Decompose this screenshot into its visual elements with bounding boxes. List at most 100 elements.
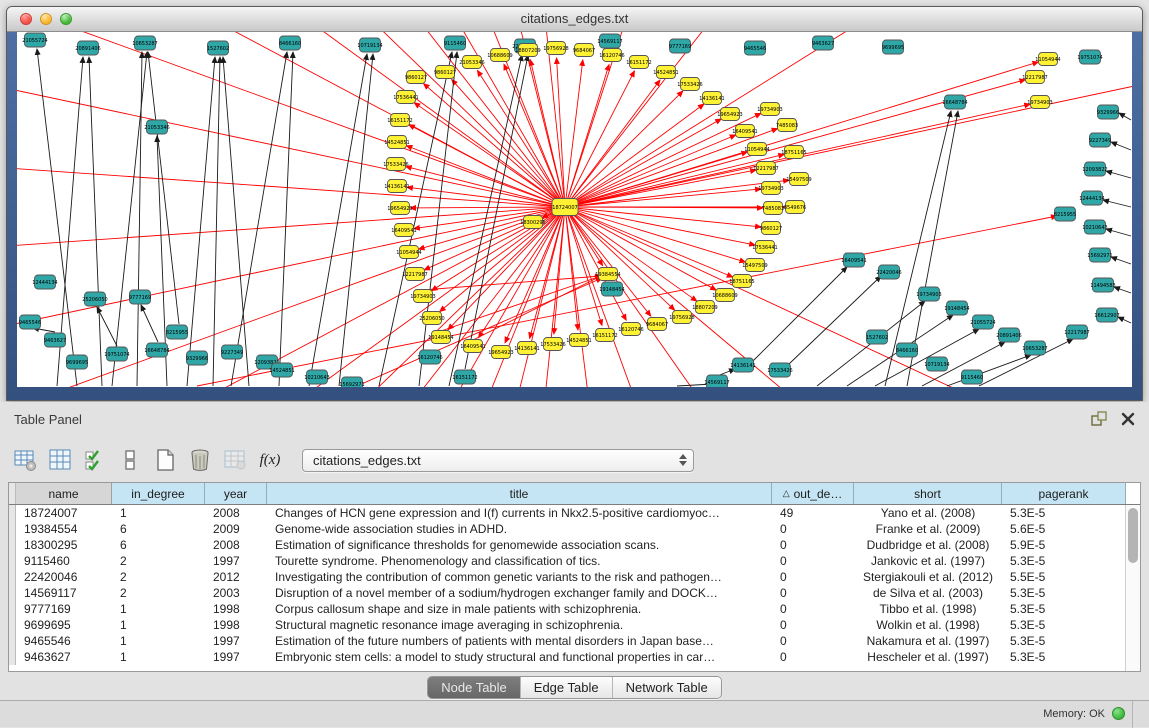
cell-short[interactable]: Franke et al. (2009) [854,521,1002,537]
select-columns-icon[interactable] [47,447,73,473]
cell-name[interactable]: 18300295 [16,537,112,553]
network-node[interactable]: 17533426 [677,78,702,91]
cell-title[interactable]: Corpus callosum shape and size in male p… [267,601,772,617]
network-node[interactable]: 16612907 [1094,308,1119,322]
network-node[interactable]: 16151172 [452,370,477,384]
table-settings-icon[interactable] [12,447,38,473]
cell-out_de[interactable]: 49 [772,505,854,521]
memory-ok-indicator[interactable] [1112,707,1125,720]
network-canvas[interactable]: 2105572420891406106532871527602846616010… [17,32,1132,387]
network-node[interactable]: 16120746 [618,323,643,336]
cell-name[interactable]: 19384554 [16,521,112,537]
network-node[interactable]: 9463627 [44,333,66,347]
network-node[interactable]: 1527602 [866,330,888,344]
network-node[interactable]: 7485083 [762,202,784,215]
network-node[interactable]: 10688609 [712,289,737,302]
network-node[interactable]: 19751074 [104,347,129,361]
close-window-button[interactable] [20,13,32,25]
network-node[interactable]: 12217987 [753,162,778,175]
network-node[interactable]: 9227349 [1089,133,1111,147]
column-header-year[interactable]: year [205,483,267,504]
cell-year[interactable]: 2009 [205,521,267,537]
table-row[interactable]: 1872400712008Changes of HCN gene express… [9,505,1140,521]
cell-name[interactable]: 22420046 [16,569,112,585]
cell-pagerank[interactable]: 5.3E-5 [1002,633,1126,649]
column-header-pagerank[interactable]: pagerank [1002,483,1126,504]
network-node[interactable]: 8215955 [1054,207,1076,221]
network-node[interactable]: 19654923 [717,108,742,121]
column-header-in_degree[interactable]: in_degree [112,483,205,504]
network-node[interactable]: 15497509 [742,259,767,272]
network-node[interactable]: 25206050 [419,312,444,325]
cell-name[interactable]: 9463627 [16,649,112,665]
network-node[interactable]: 9684067 [646,318,668,331]
cell-pagerank[interactable]: 5.3E-5 [1002,553,1126,569]
network-node[interactable]: 19148454 [599,282,624,296]
cell-pagerank[interactable]: 5.3E-5 [1002,617,1126,633]
cell-in_degree[interactable]: 2 [112,569,205,585]
network-node[interactable]: 9699695 [66,355,88,369]
network-node[interactable]: 17533426 [767,363,792,377]
cell-in_degree[interactable]: 6 [112,537,205,553]
network-node[interactable]: 14136141 [699,92,724,105]
cell-name[interactable]: 9465546 [16,633,112,649]
cell-title[interactable]: Tourette syndrome. Phenomenology and cla… [267,553,772,569]
column-header-name[interactable]: name [16,483,112,504]
network-node[interactable]: 1527602 [207,41,229,55]
network-node[interactable]: 22420046 [876,265,901,279]
network-node[interactable]: 10719134 [357,38,382,52]
network-node[interactable]: 7485083 [776,119,798,132]
cell-title[interactable]: Structural magnetic resonance image aver… [267,617,772,633]
table-row[interactable]: 1456911722003Disruption of a novel membe… [9,585,1140,601]
cell-in_degree[interactable]: 2 [112,553,205,569]
network-node[interactable]: 15497509 [786,173,811,186]
network-node[interactable]: 9465546 [744,41,766,55]
network-node[interactable]: 21053346 [144,120,169,134]
network-node[interactable]: 9115460 [444,36,466,50]
table-selector-dropdown[interactable]: citations_edges.txt [302,449,694,472]
network-node[interactable]: 16409541 [841,253,866,267]
float-panel-icon[interactable] [1091,411,1107,432]
table-row[interactable]: 946362711997Embryonic stem cells: a mode… [9,649,1140,665]
network-node[interactable]: 17533426 [540,338,565,351]
function-builder-icon[interactable]: f(x) [257,447,283,473]
cell-pagerank[interactable]: 5.6E-5 [1002,521,1126,537]
cell-out_de[interactable]: 0 [772,649,854,665]
network-node[interactable]: 19734903 [916,287,941,301]
network-node[interactable]: 12444134 [1079,191,1104,205]
select-all-icon[interactable] [82,447,108,473]
network-node[interactable]: 11054944 [744,143,769,156]
cell-pagerank[interactable]: 5.3E-5 [1002,649,1126,665]
cell-in_degree[interactable]: 6 [112,521,205,537]
cell-out_de[interactable]: 0 [772,521,854,537]
table-row[interactable]: 977716911998Corpus callosum shape and si… [9,601,1140,617]
cell-in_degree[interactable]: 2 [112,585,205,601]
network-node[interactable]: 11494583 [1090,278,1115,292]
network-node[interactable]: 19751074 [1077,50,1102,64]
network-node[interactable]: 9329966 [186,351,208,365]
cell-out_de[interactable]: 0 [772,617,854,633]
cell-in_degree[interactable]: 1 [112,505,205,521]
network-node[interactable]: 18751165 [781,146,806,159]
network-node[interactable]: 12217987 [402,268,427,281]
zoom-window-button[interactable] [60,13,72,25]
network-node[interactable]: 16151172 [592,329,617,342]
cell-out_de[interactable]: 0 [772,537,854,553]
cell-pagerank[interactable]: 5.3E-5 [1002,585,1126,601]
cell-pagerank[interactable]: 5.3E-5 [1002,601,1126,617]
network-node[interactable]: 18807209 [515,44,540,57]
network-node[interactable]: 19654923 [488,346,513,359]
network-node[interactable]: 14524851 [269,363,294,377]
network-node[interactable]: 19148454 [944,301,969,315]
network-node[interactable]: 14136141 [514,342,539,355]
cell-title[interactable]: Changes of HCN gene expression and I(f) … [267,505,772,521]
cell-out_de[interactable]: 0 [772,569,854,585]
network-node[interactable]: 10653287 [1022,341,1047,355]
network-node[interactable]: 8466160 [279,36,301,50]
network-node[interactable]: 18751165 [729,275,754,288]
network-node[interactable]: 10719134 [924,357,949,371]
network-node[interactable]: 16409541 [460,340,485,353]
network-node[interactable]: 16648784 [144,343,169,357]
cell-in_degree[interactable]: 1 [112,633,205,649]
network-node[interactable]: 16151172 [387,114,412,127]
